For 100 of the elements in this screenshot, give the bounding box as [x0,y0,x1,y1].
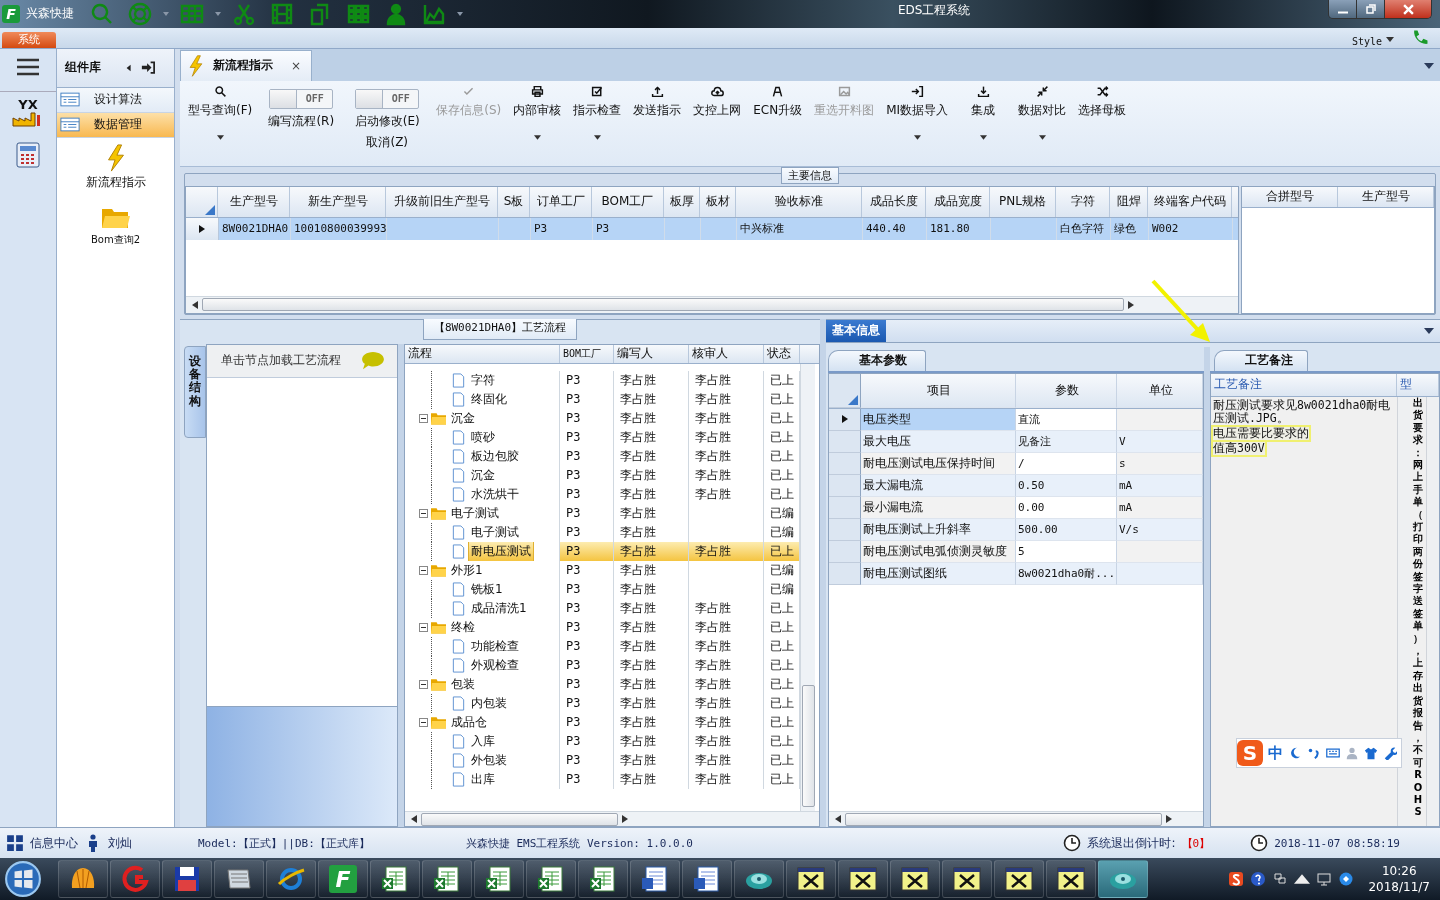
vertical-scrollbar[interactable] [800,363,815,812]
table-cell[interactable]: 耐电压测试上升斜率 [861,518,1016,541]
tree-node[interactable]: 内包装 [469,693,509,713]
taskbar-button[interactable] [994,860,1044,899]
tree-node[interactable]: 外包装 [469,750,509,770]
shortcut-item[interactable]: Bom查询2 [90,202,141,247]
horizontal-scrollbar[interactable] [829,811,1203,827]
grid-icon[interactable] [6,834,24,853]
tree-node[interactable]: 板边包胶 [469,446,521,466]
caret-icon[interactable] [1424,62,1434,69]
panel-tab[interactable]: 基本信息 [826,319,886,342]
tree-node[interactable]: 喷砂 [469,427,497,447]
tree-node[interactable]: 电子测试 [449,503,501,523]
tree-node[interactable]: 外观检查 [469,655,521,675]
panel-tab[interactable]: 工艺备注 [1214,349,1308,371]
taskbar-button[interactable] [214,860,264,899]
network-icon[interactable] [1316,871,1333,888]
table-cell[interactable]: 500.00 [1016,518,1117,541]
table-cell[interactable]: 5 [1016,540,1117,563]
moon-icon[interactable] [1288,746,1302,760]
shirt-icon[interactable] [1364,746,1378,760]
tree-node[interactable]: 沉金 [469,465,497,485]
speaker-icon[interactable] [1338,871,1355,888]
scroll-left-icon[interactable] [835,815,841,824]
person-icon[interactable] [384,1,408,26]
column-header[interactable]: BOM工厂 [592,186,664,217]
scroll-right-icon[interactable] [1128,300,1134,309]
tree-node[interactable]: 电子测试 [469,522,521,542]
collapse-icon[interactable] [419,622,428,632]
wrench-icon[interactable] [1383,746,1397,760]
column-header[interactable]: 订单工厂 [530,186,592,217]
toggle-switch[interactable]: OFF [355,88,420,109]
toolbar-button[interactable]: MI数据导入 [884,84,951,140]
column-header[interactable]: 板材 [700,186,736,217]
toolbar-button[interactable]: 指示检查 [571,84,624,140]
column-header[interactable]: 字符 [1056,186,1110,217]
column-header[interactable]: BOM工厂 [560,344,614,363]
document-tab[interactable]: 新流程指示 × [180,49,313,81]
tree-node[interactable]: 铣板1 [469,579,505,599]
toolbar-button[interactable]: 集成 [958,84,1009,140]
horizontal-scrollbar[interactable] [405,811,819,827]
taskbar-button[interactable] [58,860,108,899]
taskbar-button[interactable] [474,860,524,899]
scroll-right-icon[interactable] [622,815,628,824]
vertical-tab[interactable]: 设备结构 [184,345,206,438]
table-cell[interactable]: 见备注 [1016,430,1117,453]
tree-node[interactable]: 字符 [469,370,497,390]
tree-node[interactable]: 成品清洗1 [469,598,529,618]
taskbar-button[interactable] [890,860,940,899]
scroll-right-icon[interactable] [1166,815,1172,824]
ime-mode-button[interactable]: 中 [1268,743,1283,763]
tree-node[interactable]: 出库 [469,769,497,789]
column-header[interactable]: 生产型号 [218,186,290,217]
column-header[interactable]: 编写人 [614,344,689,363]
punctuation-icon[interactable] [1307,746,1321,760]
maximize-button[interactable] [1357,0,1385,18]
table-cell[interactable]: / [1016,452,1117,475]
calculator-icon[interactable] [14,140,42,169]
column-header[interactable]: 成品宽度 [926,186,990,217]
column-header[interactable]: 成品长度 [862,186,926,217]
toolbar-button[interactable]: 发送指示 [631,84,684,119]
taskbar-button[interactable] [1098,860,1148,899]
collapse-icon[interactable] [419,565,428,575]
table-cell[interactable]: 最大电压 [861,430,1016,453]
tree-node[interactable]: 终固化 [469,389,509,409]
taskbar-button[interactable] [162,860,212,899]
scrollbar-thumb[interactable] [421,812,618,826]
scrollbar-thumb[interactable] [802,685,815,808]
toolbar-button[interactable]: 型号查询(F) [186,84,255,140]
column-header[interactable]: S板 [498,186,530,217]
taskbar-button[interactable] [734,860,784,899]
table-cell[interactable]: 耐电压测试图纸 [861,562,1016,585]
close-button[interactable] [1385,0,1431,18]
column-header[interactable]: 验收标准 [736,186,862,217]
tree-node[interactable]: 耐电压测试 [469,541,533,561]
column-header[interactable]: 升级前旧生产型号 [386,186,498,217]
taskbar-button[interactable] [942,860,992,899]
collapse-icon[interactable] [419,717,428,727]
toolbar-button[interactable]: 选择母板 [1076,84,1129,119]
taskbar-button[interactable] [1046,860,1096,899]
collapse-icon[interactable] [419,679,428,689]
column-header[interactable]: 项目 [861,373,1016,408]
column-header[interactable]: 阻焊 [1110,186,1148,217]
close-tab-button[interactable]: × [291,58,302,73]
caret-icon[interactable] [456,9,464,18]
library-item[interactable]: 数据管理 [57,112,174,138]
scrollbar-thumb[interactable] [202,298,1124,312]
style-dropdown[interactable]: Style [1351,35,1382,47]
taskbar-button[interactable] [266,860,316,899]
taskbar-button[interactable] [578,860,628,899]
column-header[interactable]: 型 [1397,373,1439,396]
toolbar-button[interactable]: ECN升级 [751,84,805,119]
horizontal-scrollbar[interactable] [186,295,1238,313]
collapse-icon[interactable] [419,508,428,518]
keyboard-icon[interactable] [1326,746,1340,760]
toolbar-button[interactable]: 内部审核 [511,84,564,140]
tree-node[interactable]: 入库 [469,731,497,751]
column-header[interactable]: 合拼型号 [1242,186,1338,207]
caret-icon[interactable] [1424,327,1434,334]
column-header[interactable]: 终端客户代码 [1148,186,1232,217]
